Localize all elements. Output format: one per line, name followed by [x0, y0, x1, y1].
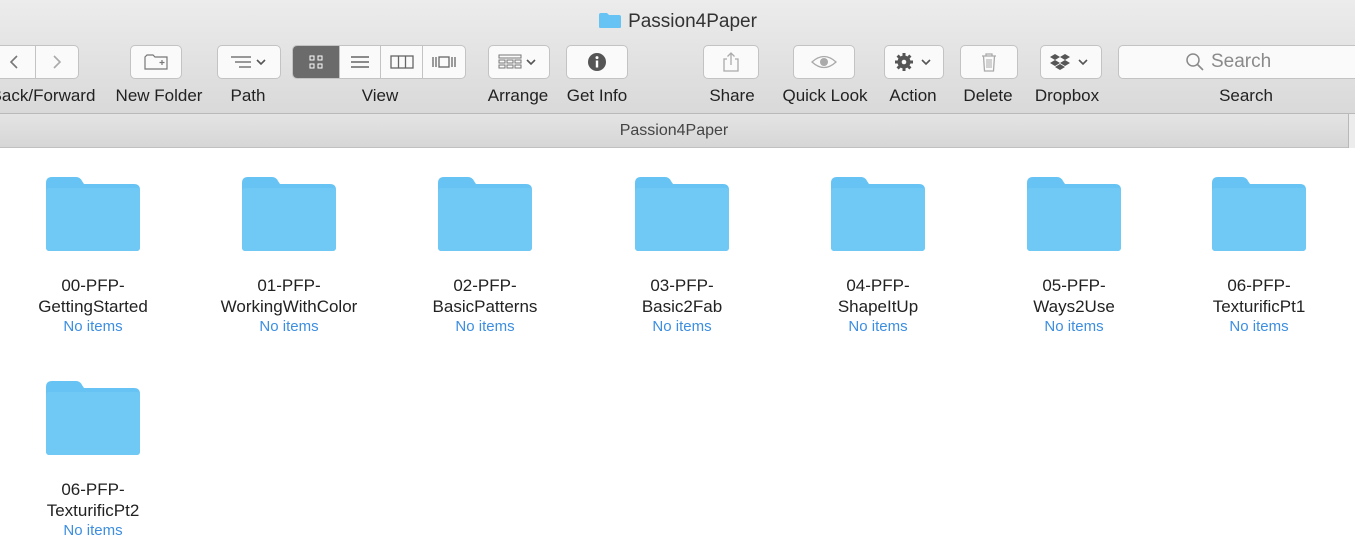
quick-look-button[interactable] [793, 45, 855, 79]
forward-button[interactable] [36, 46, 78, 78]
delete-label: Delete [963, 86, 1013, 105]
folder-icon [1027, 177, 1121, 251]
column-view-button[interactable] [381, 46, 424, 78]
action-button[interactable] [884, 45, 944, 79]
folder-item-count: No items [1229, 318, 1289, 335]
view-label: View [361, 86, 399, 105]
folder-icon [1212, 177, 1306, 251]
folder-item[interactable]: 05-PFP- Ways2Use No items [984, 175, 1164, 336]
info-icon [588, 53, 606, 71]
list-view-button[interactable] [340, 46, 382, 78]
folder-icon [242, 177, 336, 251]
share-button[interactable] [703, 45, 759, 79]
folder-item-count: No items [63, 318, 123, 335]
arrange-label: Arrange [487, 86, 549, 105]
folder-item[interactable]: 00-PFP- GettingStarted No items [3, 175, 183, 336]
eye-icon [811, 55, 837, 69]
folder-item[interactable]: 04-PFP- ShapeItUp No items [788, 175, 968, 336]
search-input[interactable]: Search [1118, 45, 1355, 79]
new-folder-label: New Folder [115, 86, 203, 105]
folder-item[interactable]: 01-PFP- WorkingWithColor No items [199, 175, 379, 336]
folder-name-line1: 06-PFP- [61, 480, 125, 499]
get-info-button[interactable] [566, 45, 628, 79]
trash-icon [982, 53, 996, 72]
grid-icon [309, 55, 323, 69]
list-icon [351, 56, 370, 68]
folder-name-line1: 02-PFP- [453, 276, 517, 295]
back-forward-control[interactable] [0, 45, 79, 79]
folder-name-line1: 04-PFP- [846, 276, 910, 295]
get-info-label: Get Info [566, 86, 628, 105]
share-icon [723, 52, 739, 72]
chevron-left-icon [9, 55, 18, 69]
search-icon [1186, 53, 1204, 71]
path-bar: Passion4Paper [0, 114, 1348, 148]
folder-item[interactable]: 06-PFP- TexturificPt2 No items [3, 379, 183, 540]
new-folder-icon [144, 54, 168, 70]
cover-flow-button[interactable] [423, 46, 465, 78]
folder-item-count: No items [652, 318, 712, 335]
path-menu-icon [231, 56, 266, 68]
folder-item[interactable]: 03-PFP- Basic2Fab No items [592, 175, 772, 336]
folder-name-line1: 03-PFP- [650, 276, 714, 295]
search-label: Search [1219, 86, 1273, 105]
share-label: Share [709, 86, 755, 105]
folder-icon [46, 381, 140, 455]
path-button[interactable] [217, 45, 281, 79]
dropbox-label: Dropbox [1034, 86, 1100, 105]
window-toolbar: Passion4Paper Search Back/Forward New Fo… [0, 0, 1355, 114]
folder-item-count: No items [63, 522, 123, 539]
folder-name-line1: 00-PFP- [61, 276, 125, 295]
folder-icon [831, 177, 925, 251]
dropbox-button[interactable] [1040, 45, 1102, 79]
folder-name-line2: WorkingWithColor [220, 297, 358, 316]
folder-item-count: No items [1044, 318, 1104, 335]
folder-item[interactable]: 02-PFP- BasicPatterns No items [395, 175, 575, 336]
folder-item-count: No items [848, 318, 908, 335]
folder-item-count: No items [259, 318, 319, 335]
search-placeholder: Search [1211, 51, 1272, 72]
folder-name-line2: GettingStarted [38, 297, 148, 316]
path-label: Path [230, 86, 266, 105]
folder-icon [46, 177, 140, 251]
columns-icon [390, 55, 414, 69]
action-label: Action [889, 86, 937, 105]
folder-icon [635, 177, 729, 251]
view-mode-control[interactable] [292, 45, 466, 79]
arrange-button[interactable] [488, 45, 550, 79]
window-title: Passion4Paper [0, 9, 1355, 35]
window-edge [1348, 114, 1355, 148]
folder-name-line2: TexturificPt1 [1212, 297, 1306, 316]
folder-name-line1: 05-PFP- [1042, 276, 1106, 295]
icon-view-button[interactable] [293, 46, 340, 78]
folder-name-line2: BasicPatterns [432, 297, 538, 316]
back-button[interactable] [0, 46, 36, 78]
folder-item[interactable]: 06-PFP- TexturificPt1 No items [1169, 175, 1349, 336]
folder-name-line2: Basic2Fab [641, 297, 723, 316]
path-bar-title: Passion4Paper [619, 122, 729, 139]
folder-name-line2: TexturificPt2 [46, 501, 140, 520]
chevron-right-icon [53, 55, 61, 69]
new-folder-button[interactable] [130, 45, 182, 79]
folder-name-line1: 01-PFP- [257, 276, 321, 295]
folder-icon [438, 177, 532, 251]
back-forward-label: Back/Forward [0, 86, 96, 105]
quick-look-label: Quick Look [782, 86, 868, 105]
folder-name-line1: 06-PFP- [1227, 276, 1291, 295]
folder-icon [599, 13, 622, 28]
cover-flow-icon [432, 56, 456, 68]
arrange-icon [498, 54, 536, 69]
dropbox-icon [1050, 54, 1088, 70]
folder-name-line2: ShapeItUp [837, 297, 919, 316]
folder-item-count: No items [455, 318, 515, 335]
folder-name-line2: Ways2Use [1033, 297, 1115, 316]
delete-button[interactable] [960, 45, 1018, 79]
gear-icon [895, 53, 931, 71]
